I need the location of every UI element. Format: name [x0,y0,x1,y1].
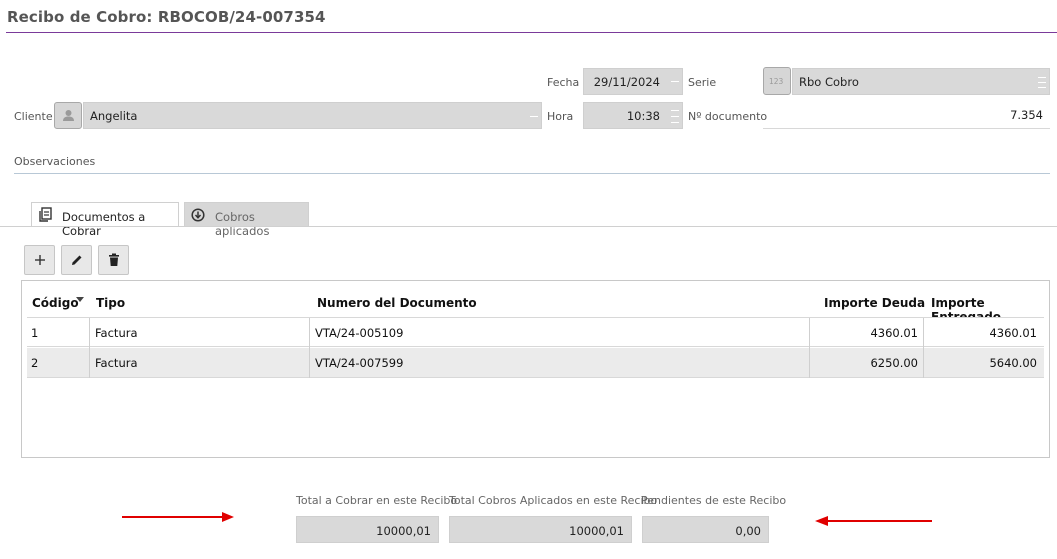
column-header-numero[interactable]: Numero del Documento [317,296,477,310]
cell-tipo: Factura [95,326,138,340]
serie-value: Rbo Cobro [799,75,859,89]
spinner-icon[interactable] [1038,75,1046,89]
cell-tipo: Factura [95,356,138,370]
spinner-icon[interactable] [671,108,679,124]
edit-button[interactable] [61,245,92,275]
add-button[interactable] [24,245,55,275]
fecha-value: 29/11/2024 [593,75,660,89]
column-header-codigo[interactable]: Código [32,296,79,310]
serie-field[interactable]: Rbo Cobro [792,68,1050,95]
observaciones-label: Observaciones [14,155,96,168]
page-title: Recibo de Cobro: RBOCOB/24-007354 [7,8,326,26]
pencil-icon [72,255,82,265]
cell-importe-deuda: 6250.00 [870,356,918,370]
cell-numero: VTA/24-007599 [315,356,404,370]
column-header-tipo[interactable]: Tipo [96,296,125,310]
pendientes-value: 0,00 [735,524,761,538]
fecha-field[interactable]: 29/11/2024 [583,68,683,95]
download-circle-icon [191,208,205,222]
sort-down-icon[interactable] [76,297,84,302]
table-row[interactable]: 2 Factura VTA/24-007599 6250.00 5640.00 [27,348,1044,378]
ndoc-label: Nº documento [688,110,768,123]
total-aplicados-label: Total Cobros Aplicados en este Recibo [449,494,658,507]
serie-number-icon: 123 [769,77,784,86]
serie-label: Serie [688,76,717,89]
total-aplicados-value: 10000,01 [569,524,624,538]
ndoc-field[interactable]: 7.354 [763,102,1050,129]
documents-table: Código Tipo Numero del Documento Importe… [21,280,1050,458]
serie-code-button[interactable]: 123 [763,67,791,95]
total-cobrar-value: 10000,01 [376,524,431,538]
cell-codigo: 2 [31,356,39,370]
tabs-divider [0,226,1057,227]
tab-label: Cobros aplicados [215,210,270,238]
pendientes-label: Pendientes de este Recibo [641,494,787,507]
pendientes-field: 0,00 [642,516,769,543]
arrow-left-icon [815,516,932,526]
user-icon [63,110,74,121]
document-icon [39,207,52,222]
fecha-label: Fecha [547,76,580,89]
total-cobrar-field: 10000,01 [296,516,439,543]
cliente-field[interactable]: Angelita [83,102,542,129]
title-divider [6,32,1057,33]
cell-codigo: 1 [31,326,39,340]
ndoc-value: 7.354 [1010,108,1043,122]
total-aplicados-field: 10000,01 [449,516,632,543]
cliente-value: Angelita [90,109,138,123]
cell-importe-deuda: 4360.01 [870,326,918,340]
tab-documentos-a-cobrar[interactable]: Documentos a Cobrar [31,202,179,238]
tab-label: Documentos a Cobrar [62,210,146,238]
plus-icon [35,255,45,265]
observaciones-input[interactable] [14,173,1050,174]
column-header-importe-deuda[interactable]: Importe Deuda [824,296,925,310]
hora-label: Hora [547,110,574,123]
cliente-label: Cliente [14,110,53,123]
cell-importe-entregado: 4360.01 [989,326,1037,340]
cliente-lookup-button[interactable] [54,102,82,129]
dropdown-icon[interactable] [671,80,679,84]
cell-importe-entregado: 5640.00 [989,356,1037,370]
arrow-right-icon [122,512,234,522]
dropdown-icon[interactable] [530,115,538,119]
tab-cobros-aplicados[interactable]: Cobros aplicados [184,202,309,238]
delete-button[interactable] [98,245,129,275]
hora-value: 10:38 [626,109,660,123]
total-cobrar-label: Total a Cobrar en este Recibo [296,494,458,507]
table-row[interactable]: 1 Factura VTA/24-005109 4360.01 4360.01 [27,317,1044,348]
cell-numero: VTA/24-005109 [315,326,404,340]
hora-field[interactable]: 10:38 [583,102,683,129]
trash-icon [109,253,119,266]
